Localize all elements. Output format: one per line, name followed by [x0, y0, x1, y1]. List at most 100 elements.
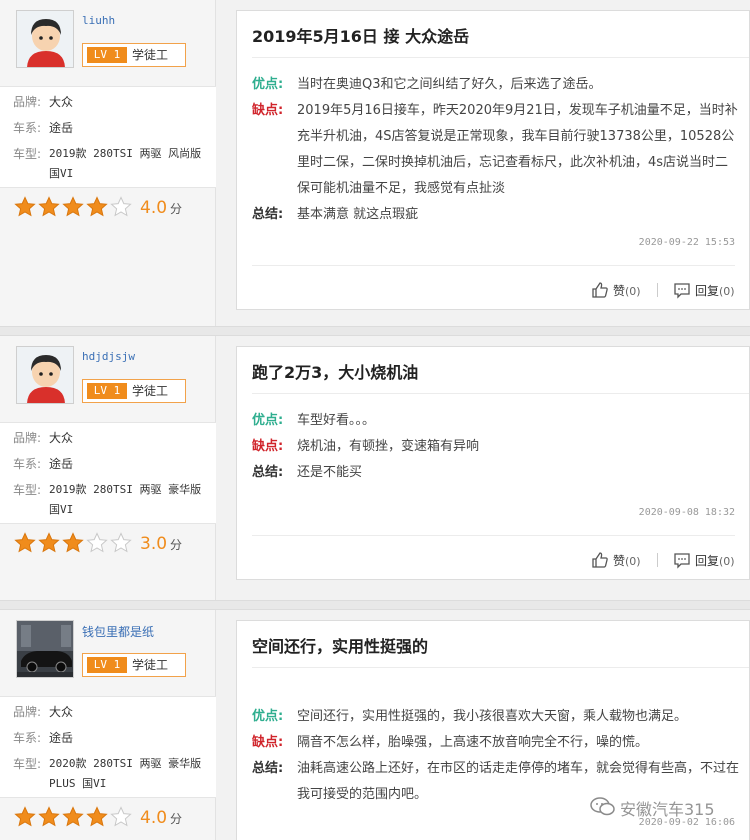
comment-icon: [674, 553, 690, 569]
rank-label: 学徒工: [132, 48, 169, 62]
review-title[interactable]: 空间还行，实用性挺强的: [252, 633, 428, 657]
summary-label: 总结:: [252, 465, 284, 480]
star-icon: [14, 196, 36, 217]
summary-label: 总结:: [252, 207, 284, 222]
model-key: 车型:: [13, 757, 42, 771]
user-panel: 钱包里都是纸 LV 1 学徒工 品牌: 大众 车系: 途岳 车型: 2020款 280…: [0, 610, 216, 840]
star-icon: [110, 532, 132, 553]
star-icon: [62, 196, 84, 217]
review-item: hdjdjsjw LV 1 学徒工 品牌: 大众 车系: 途岳 车型: 2019款 2…: [0, 336, 750, 600]
pros-label: 优点:: [252, 413, 284, 428]
cons-label: 缺点:: [252, 735, 284, 750]
like-count: (0): [625, 555, 641, 568]
pros-text: 车型好看。。。: [297, 413, 376, 428]
brand-key: 品牌:: [13, 431, 42, 445]
model-line-2: 国VI: [49, 167, 74, 180]
wechat-icon: [590, 797, 615, 816]
reply-count: (0): [719, 285, 735, 298]
reply-label: 回复: [695, 554, 720, 568]
avatar[interactable]: [16, 620, 74, 678]
review-card: 2019年5月16日 接 大众途岳 优点: 当时在奥迪Q3和它之间纠结了好久，后来…: [236, 10, 750, 310]
car-info: 品牌: 大众 车系: 途岳 车型: 2019款 280TSI 两驱 风尚版 国VI: [0, 86, 216, 188]
star-icon: [110, 806, 132, 827]
model-line-1: 2020款 280TSI 两驱 豪华版: [49, 757, 202, 770]
star-icon: [14, 806, 36, 827]
car-info: 品牌: 大众 车系: 途岳 车型: 2019款 280TSI 两驱 豪华版 国VI: [0, 422, 216, 524]
action-separator: [657, 553, 658, 567]
title-divider: [252, 57, 749, 58]
username-link[interactable]: liuhh: [82, 14, 115, 27]
model-value: 2019款 280TSI 两驱 风尚版 国VI: [49, 144, 209, 184]
like-count: (0): [625, 285, 641, 298]
title-divider: [252, 667, 749, 668]
star-icon: [62, 806, 84, 827]
like-label: 赞: [613, 554, 626, 568]
score-unit: 分: [170, 538, 183, 552]
review-separator: [0, 600, 750, 610]
thumbs-up-icon: [592, 552, 608, 568]
review-separator: [0, 326, 750, 336]
star-icon: [14, 532, 36, 553]
level-badge: LV 1 学徒工: [82, 379, 186, 403]
pros-label: 优点:: [252, 77, 284, 92]
star-icon: [38, 806, 60, 827]
model-line-2: 国VI: [49, 503, 74, 516]
score-unit: 分: [170, 202, 183, 216]
username-link[interactable]: hdjdjsjw: [82, 350, 135, 363]
level-tag: LV 1: [87, 657, 127, 673]
star-icon: [38, 532, 60, 553]
level-badge: LV 1 学徒工: [82, 653, 186, 677]
star-icon: [38, 196, 60, 217]
watermark-text: 安徽汽车315: [620, 800, 715, 819]
score-value: 4.0: [140, 808, 168, 828]
series-key: 车系:: [13, 731, 42, 745]
user-panel: hdjdjsjw LV 1 学徒工 品牌: 大众 车系: 途岳 车型: 2019款 2…: [0, 336, 216, 600]
brand-key: 品牌:: [13, 95, 42, 109]
model-key: 车型:: [13, 483, 42, 497]
summary-label: 总结:: [252, 761, 284, 776]
action-separator: [657, 283, 658, 297]
level-tag: LV 1: [87, 383, 127, 399]
brand-value: 大众: [49, 431, 74, 445]
score-value: 3.0: [140, 534, 168, 554]
series-value: 途岳: [49, 457, 74, 471]
series-value: 途岳: [49, 731, 74, 745]
score: 4.0 分: [140, 198, 182, 218]
star-icon: [86, 196, 108, 217]
cons-text: 隔音不怎么样，胎噪强，上高速不放音响完全不行，噪的慌。: [297, 735, 649, 750]
username-link[interactable]: 钱包里都是纸: [82, 623, 154, 640]
brand-key: 品牌:: [13, 705, 42, 719]
reply-label: 回复: [695, 284, 720, 298]
model-value: 2020款 280TSI 两驱 豪华版 PLUS 国VI: [49, 754, 209, 794]
cons-text: 2019年5月16日接车，昨天2020年9月21日，发现车子机油量不足，当时补充…: [297, 103, 738, 196]
star-icon: [86, 806, 108, 827]
review-title[interactable]: 跑了2万3，大小烧机油: [252, 359, 418, 383]
summary-text: 基本满意 就这点瑕疵: [297, 207, 419, 222]
avatar[interactable]: [16, 10, 74, 68]
reply-count: (0): [719, 555, 735, 568]
review-title[interactable]: 2019年5月16日 接 大众途岳: [252, 23, 469, 47]
score: 4.0 分: [140, 808, 182, 828]
brand-value: 大众: [49, 705, 74, 719]
series-key: 车系:: [13, 457, 42, 471]
review-date: 2020-09-22 15:53: [638, 237, 735, 248]
pros-text: 空间还行，实用性挺强的，我小孩很喜欢大天窗，乘人载物也满足。: [297, 709, 688, 724]
cons-label: 缺点:: [252, 439, 284, 454]
cons-label: 缺点:: [252, 103, 284, 118]
model-line-1: 2019款 280TSI 两驱 风尚版: [49, 147, 202, 160]
review-item: liuhh LV 1 学徒工 品牌: 大众 车系: 途岳 车型: 2019款 280T…: [0, 0, 750, 326]
pros-text: 当时在奥迪Q3和它之间纠结了好久，后来选了途岳。: [297, 77, 602, 92]
review-date: 2020-09-08 18:32: [638, 507, 735, 518]
comment-icon: [674, 283, 690, 299]
model-value: 2019款 280TSI 两驱 豪华版 国VI: [49, 480, 209, 520]
car-info: 品牌: 大众 车系: 途岳 车型: 2020款 280TSI 两驱 豪华版 PLUS 国…: [0, 696, 216, 798]
like-label: 赞: [613, 284, 626, 298]
rank-label: 学徒工: [132, 384, 169, 398]
avatar[interactable]: [16, 346, 74, 404]
review-card: 跑了2万3，大小烧机油 优点: 车型好看。。。 缺点: 烧机油，有顿挫，变速箱有异响…: [236, 346, 750, 580]
star-icon: [110, 196, 132, 217]
summary-text: 还是不能买: [297, 465, 363, 480]
series-value: 途岳: [49, 121, 74, 135]
pros-label: 优点:: [252, 709, 284, 724]
score-value: 4.0: [140, 198, 168, 218]
